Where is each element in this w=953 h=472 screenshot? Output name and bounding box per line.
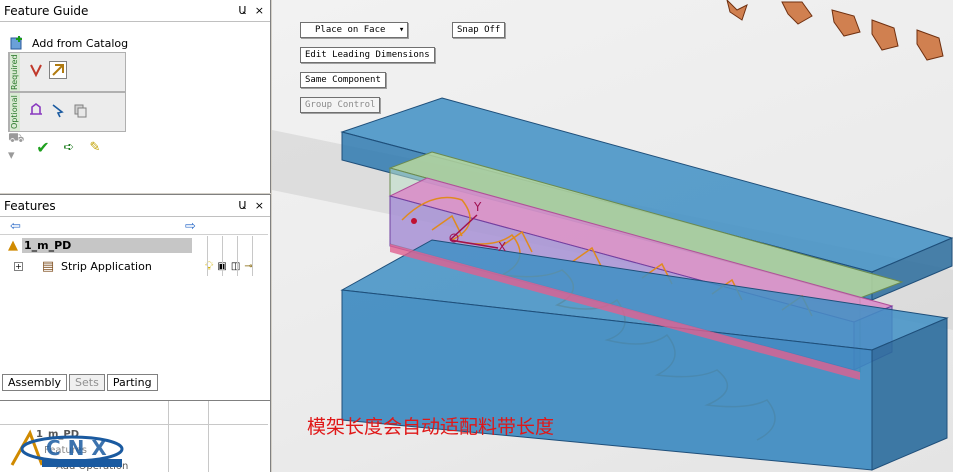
pin-icon[interactable]: Ա: [238, 4, 246, 17]
close-icon[interactable]: ×: [255, 4, 264, 17]
edit-dimensions-icon[interactable]: [27, 101, 45, 119]
feature-guide-panel: Feature Guide Ա × Add from Catalog Requi…: [0, 0, 271, 193]
add-from-catalog-label: Add from Catalog: [32, 36, 129, 50]
optional-group: Optional: [8, 92, 126, 132]
group-control-button[interactable]: Group Control: [300, 97, 381, 113]
same-component-button[interactable]: Same Component: [300, 72, 386, 88]
close-icon[interactable]: ×: [255, 199, 264, 212]
strip-parts: [726, 0, 944, 61]
column-divider: [208, 401, 209, 472]
tab-parting[interactable]: Parting: [106, 374, 158, 391]
catalog-add-icon: [8, 34, 26, 52]
model-drawing: [272, 0, 953, 471]
svg-text:C N X: C N X: [46, 436, 107, 460]
column-divider: [237, 236, 238, 276]
save-to-catalog-icon[interactable]: ✎: [86, 138, 104, 156]
apply-continue-icon[interactable]: ➪: [60, 138, 78, 156]
root-label: 1_m_PD: [22, 237, 192, 253]
tree-root-row[interactable]: ▲ 1_m_PD: [4, 236, 268, 254]
history-nav: ⇦ ⇨: [0, 219, 268, 235]
axis-y-label: Y: [474, 200, 482, 214]
features-titlebar: Features Ա ×: [0, 195, 270, 217]
feature-guide-titlebar: Feature Guide Ա ×: [0, 0, 270, 22]
finish-check-icon[interactable]: ✔: [34, 138, 52, 157]
place-on-face-label: Place on Face: [315, 25, 386, 35]
expand-toggle[interactable]: +: [14, 261, 23, 271]
tab-assembly[interactable]: Assembly: [2, 374, 68, 391]
required-group: Required: [8, 52, 126, 92]
add-from-catalog-button[interactable]: Add from Catalog: [8, 34, 128, 52]
column-divider: [168, 401, 169, 472]
panel-tabs: Assembly Sets Parting: [0, 374, 158, 391]
place-point-icon[interactable]: [27, 61, 45, 79]
features-panel: Features Ա × ⇦ ⇨ ▲ 1_m_PD + ▤ Strip Appl…: [0, 194, 271, 400]
edit-leading-dimensions-button[interactable]: Edit Leading Dimensions: [300, 47, 435, 63]
optional-label: Optional: [9, 93, 20, 131]
forward-arrow-icon[interactable]: ⇨: [185, 219, 196, 234]
column-divider: [207, 236, 208, 276]
strip-feature-icon: ▤: [41, 258, 55, 274]
select-edges-icon[interactable]: [49, 101, 67, 119]
orient-component-icon[interactable]: [49, 61, 67, 79]
copy-feature-icon[interactable]: [71, 101, 89, 119]
snap-off-button[interactable]: Snap Off: [452, 22, 506, 38]
strip-application-label: Strip Application: [61, 259, 152, 273]
layer-icon[interactable]: ◫: [231, 261, 240, 272]
tree-item-strip-application[interactable]: + ▤ Strip Application 💡︎ ▣ ◫ ⊸: [14, 257, 268, 275]
column-divider: [252, 236, 253, 276]
place-on-face-dropdown[interactable]: Place on Face ▾: [300, 22, 408, 38]
required-label: Required: [9, 53, 20, 91]
pin-icon[interactable]: Ա: [238, 199, 246, 212]
axis-x-label: X: [498, 240, 507, 254]
back-arrow-icon[interactable]: ⇦: [10, 219, 21, 234]
options-dropdown-icon[interactable]: ⛟▾: [8, 131, 26, 163]
column-divider: [222, 236, 223, 276]
lower-tree-panel: 1_m_PD Features Add Operation C N X: [0, 400, 271, 472]
features-title: Features: [4, 198, 56, 213]
annotation-caption: 模架长度会自动适配料带长度: [307, 416, 555, 438]
feature-guide-title: Feature Guide: [4, 3, 89, 18]
chevron-down-icon: ▾: [398, 25, 405, 35]
graphics-viewport[interactable]: Place on Face ▾ Snap Off Edit Leading Di…: [272, 0, 953, 472]
tab-sets[interactable]: Sets: [69, 374, 105, 391]
assembly-icon: ▲: [8, 237, 18, 253]
watermark-logo: C N X: [10, 429, 124, 467]
lower-header: [0, 411, 268, 425]
